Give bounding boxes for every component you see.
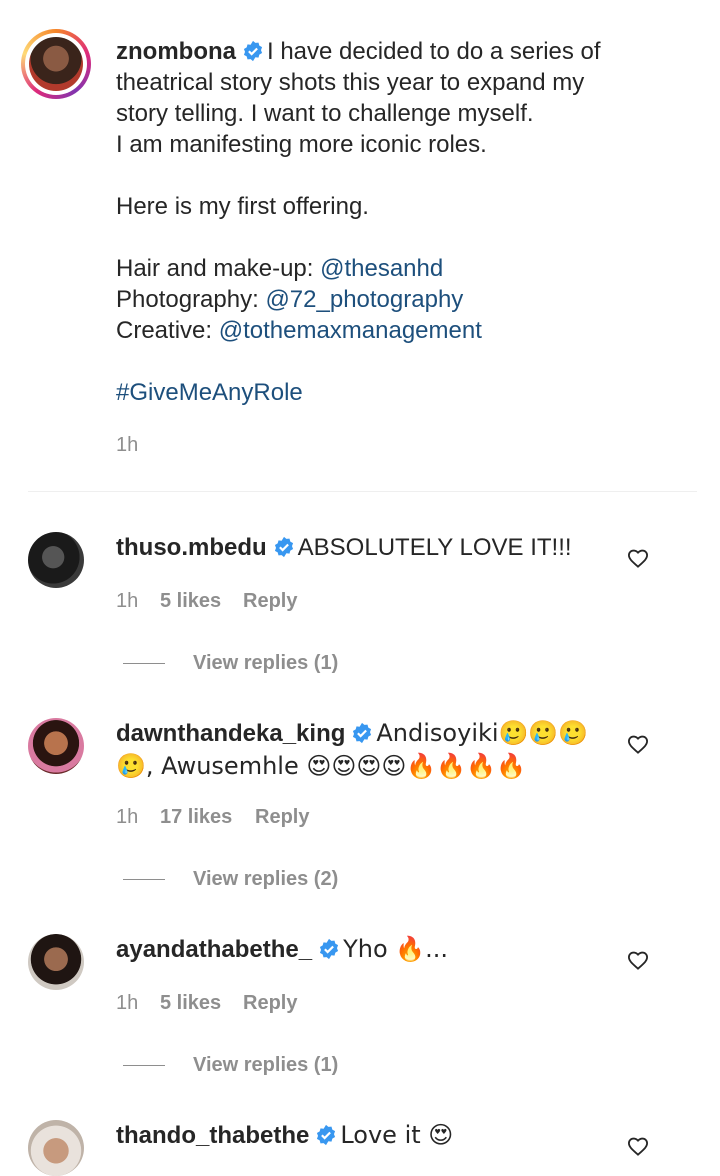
- reply-button[interactable]: Reply: [243, 992, 297, 1015]
- comment-body-line-1: Andisoyiki🥲🥲🥲: [376, 719, 589, 747]
- caption-line-3: story telling. I want to challenge mysel…: [116, 100, 534, 127]
- verified-badge-icon: [243, 40, 263, 62]
- post-time: 1h: [116, 434, 139, 456]
- comment-time: 1h: [116, 992, 139, 1014]
- verified-badge-icon: [320, 938, 339, 960]
- view-replies-button[interactable]: View replies (1): [193, 1054, 338, 1077]
- hashtag-link[interactable]: #GiveMeAnyRole: [116, 377, 706, 408]
- verified-badge-icon: [274, 536, 293, 558]
- commenter-username[interactable]: dawnthandeka_king: [116, 720, 345, 747]
- comment-body-line-2: 🥲, Awusemhle 😍😍😍😍🔥🔥🔥🔥: [116, 752, 526, 780]
- view-replies-button[interactable]: View replies (1): [193, 652, 338, 675]
- creative-label: Creative:: [116, 317, 219, 344]
- commenter-avatar[interactable]: [28, 718, 84, 774]
- comment-text: thuso.mbedu ABSOLUTELY LOVE IT!!!: [116, 532, 616, 563]
- hair-label: Hair and make-up:: [116, 255, 321, 282]
- post-caption: znombona I have decided to do a series of…: [116, 36, 706, 408]
- author-avatar[interactable]: [21, 29, 91, 99]
- replies-divider: [123, 663, 165, 664]
- view-replies-button[interactable]: View replies (2): [193, 868, 338, 891]
- comment-likes[interactable]: 5 likes: [160, 992, 221, 1015]
- commenter-avatar[interactable]: [28, 532, 84, 588]
- comment-body: ABSOLUTELY LOVE IT!!!: [297, 534, 572, 561]
- comment-body: Yho 🔥...: [343, 935, 449, 963]
- hair-handle-link[interactable]: @thesanhd: [320, 255, 443, 282]
- replies-divider: [123, 1065, 165, 1066]
- comment-text: dawnthandeka_king Andisoyiki🥲🥲🥲 🥲, Awusem…: [116, 718, 616, 782]
- comment-body: Love it 😍: [340, 1121, 454, 1149]
- heart-icon[interactable]: [627, 548, 649, 568]
- commenter-username[interactable]: thando_thabethe: [116, 1122, 309, 1149]
- comment-likes[interactable]: 5 likes: [160, 590, 221, 613]
- comment-likes[interactable]: 17 likes: [160, 806, 232, 829]
- verified-badge-icon: [317, 1124, 336, 1146]
- commenter-avatar[interactable]: [28, 1120, 84, 1176]
- verified-badge-icon: [353, 722, 372, 744]
- reply-button[interactable]: Reply: [255, 806, 309, 829]
- comment-text: thando_thabethe Love it 😍: [116, 1120, 616, 1151]
- comment-text: ayandathabethe_ Yho 🔥...: [116, 934, 616, 965]
- reply-button[interactable]: Reply: [243, 590, 297, 613]
- commenter-username[interactable]: thuso.mbedu: [116, 534, 267, 561]
- caption-line-1: I have decided to do a series of: [267, 38, 601, 65]
- divider: [28, 491, 697, 492]
- commenter-username[interactable]: ayandathabethe_: [116, 936, 312, 963]
- author-username[interactable]: znombona: [116, 38, 236, 65]
- heart-icon[interactable]: [627, 1136, 649, 1156]
- heart-icon[interactable]: [627, 950, 649, 970]
- comment-time: 1h: [116, 806, 139, 828]
- replies-divider: [123, 879, 165, 880]
- photo-handle-link[interactable]: @72_photography: [265, 286, 463, 313]
- photo-label: Photography:: [116, 286, 266, 313]
- caption-line-5: Here is my first offering.: [116, 193, 369, 220]
- comment-time: 1h: [116, 590, 139, 612]
- caption-line-2: theatrical story shots this year to expa…: [116, 69, 585, 96]
- caption-line-4: I am manifesting more iconic roles.: [116, 131, 487, 158]
- heart-icon[interactable]: [627, 734, 649, 754]
- commenter-avatar[interactable]: [28, 934, 84, 990]
- creative-handle-link[interactable]: @tothemaxmanagement: [219, 317, 482, 344]
